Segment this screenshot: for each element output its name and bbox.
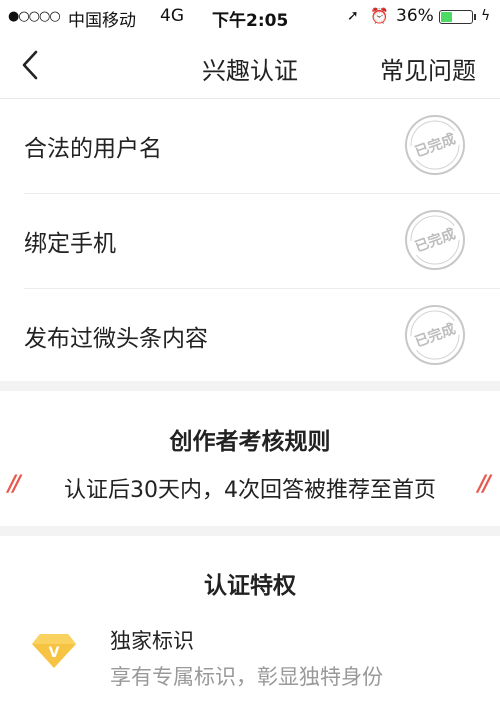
requirement-item: 合法的用户名 已完成 [24,99,500,194]
rules-title: 创作者考核规则 [169,429,331,455]
privilege-description: 享有专属标识，彰显独特身份 [110,665,383,689]
charging-bolt-icon: ϟ [481,8,491,24]
status-bar: ●○○○○ 中国移动 4G 下午2:05 ➚ ⏰ 36% ϟ [0,0,500,34]
location-arrow-icon: ➚ [347,8,359,24]
section-divider [0,381,500,391]
faq-link[interactable]: 常见问题 [380,51,476,86]
stamp-text: 已完成 [413,320,458,350]
signal-strength-icon: ●○○○○ [8,9,61,24]
battery-tip [474,14,476,20]
stamp-text: 已完成 [413,225,458,255]
battery-level-fill [441,12,452,22]
carrier-name: 中国移动 [68,11,136,31]
requirement-label: 合法的用户名 [24,136,162,162]
diamond-v-badge-icon: V [32,634,76,668]
alarm-clock-icon: ⏰ [370,7,389,25]
navigation-bar: 兴趣认证 常见问题 [0,34,500,99]
requirement-label: 绑定手机 [24,231,116,257]
requirement-item: 发布过微头条内容 已完成 [24,289,500,383]
completed-stamp-icon: 已完成 [405,115,465,175]
svg-text:V: V [49,645,60,661]
battery-percentage: 36% [396,6,434,26]
requirement-label: 发布过微头条内容 [24,326,208,352]
completed-stamp-icon: 已完成 [405,305,465,365]
privileges-title: 认证特权 [204,573,296,599]
completed-stamp-icon: 已完成 [405,210,465,270]
network-type: 4G [160,6,184,26]
section-divider [0,526,500,536]
requirement-list: 合法的用户名 已完成 绑定手机 已完成 发布过微头条内容 已完成 [0,99,500,383]
rule-line: // 认证后30天内，4次回答被推荐至首页 // [0,472,500,503]
double-slash-right-icon: // [477,472,491,497]
privilege-name: 独家标识 [110,629,194,653]
battery-icon [439,10,473,24]
status-time: 下午2:05 [212,11,289,31]
rule-text: 认证后30天内，4次回答被推荐至首页 [64,478,436,503]
stamp-text: 已完成 [413,130,458,160]
requirement-item: 绑定手机 已完成 [24,194,500,289]
double-slash-left-icon: // [8,472,21,497]
